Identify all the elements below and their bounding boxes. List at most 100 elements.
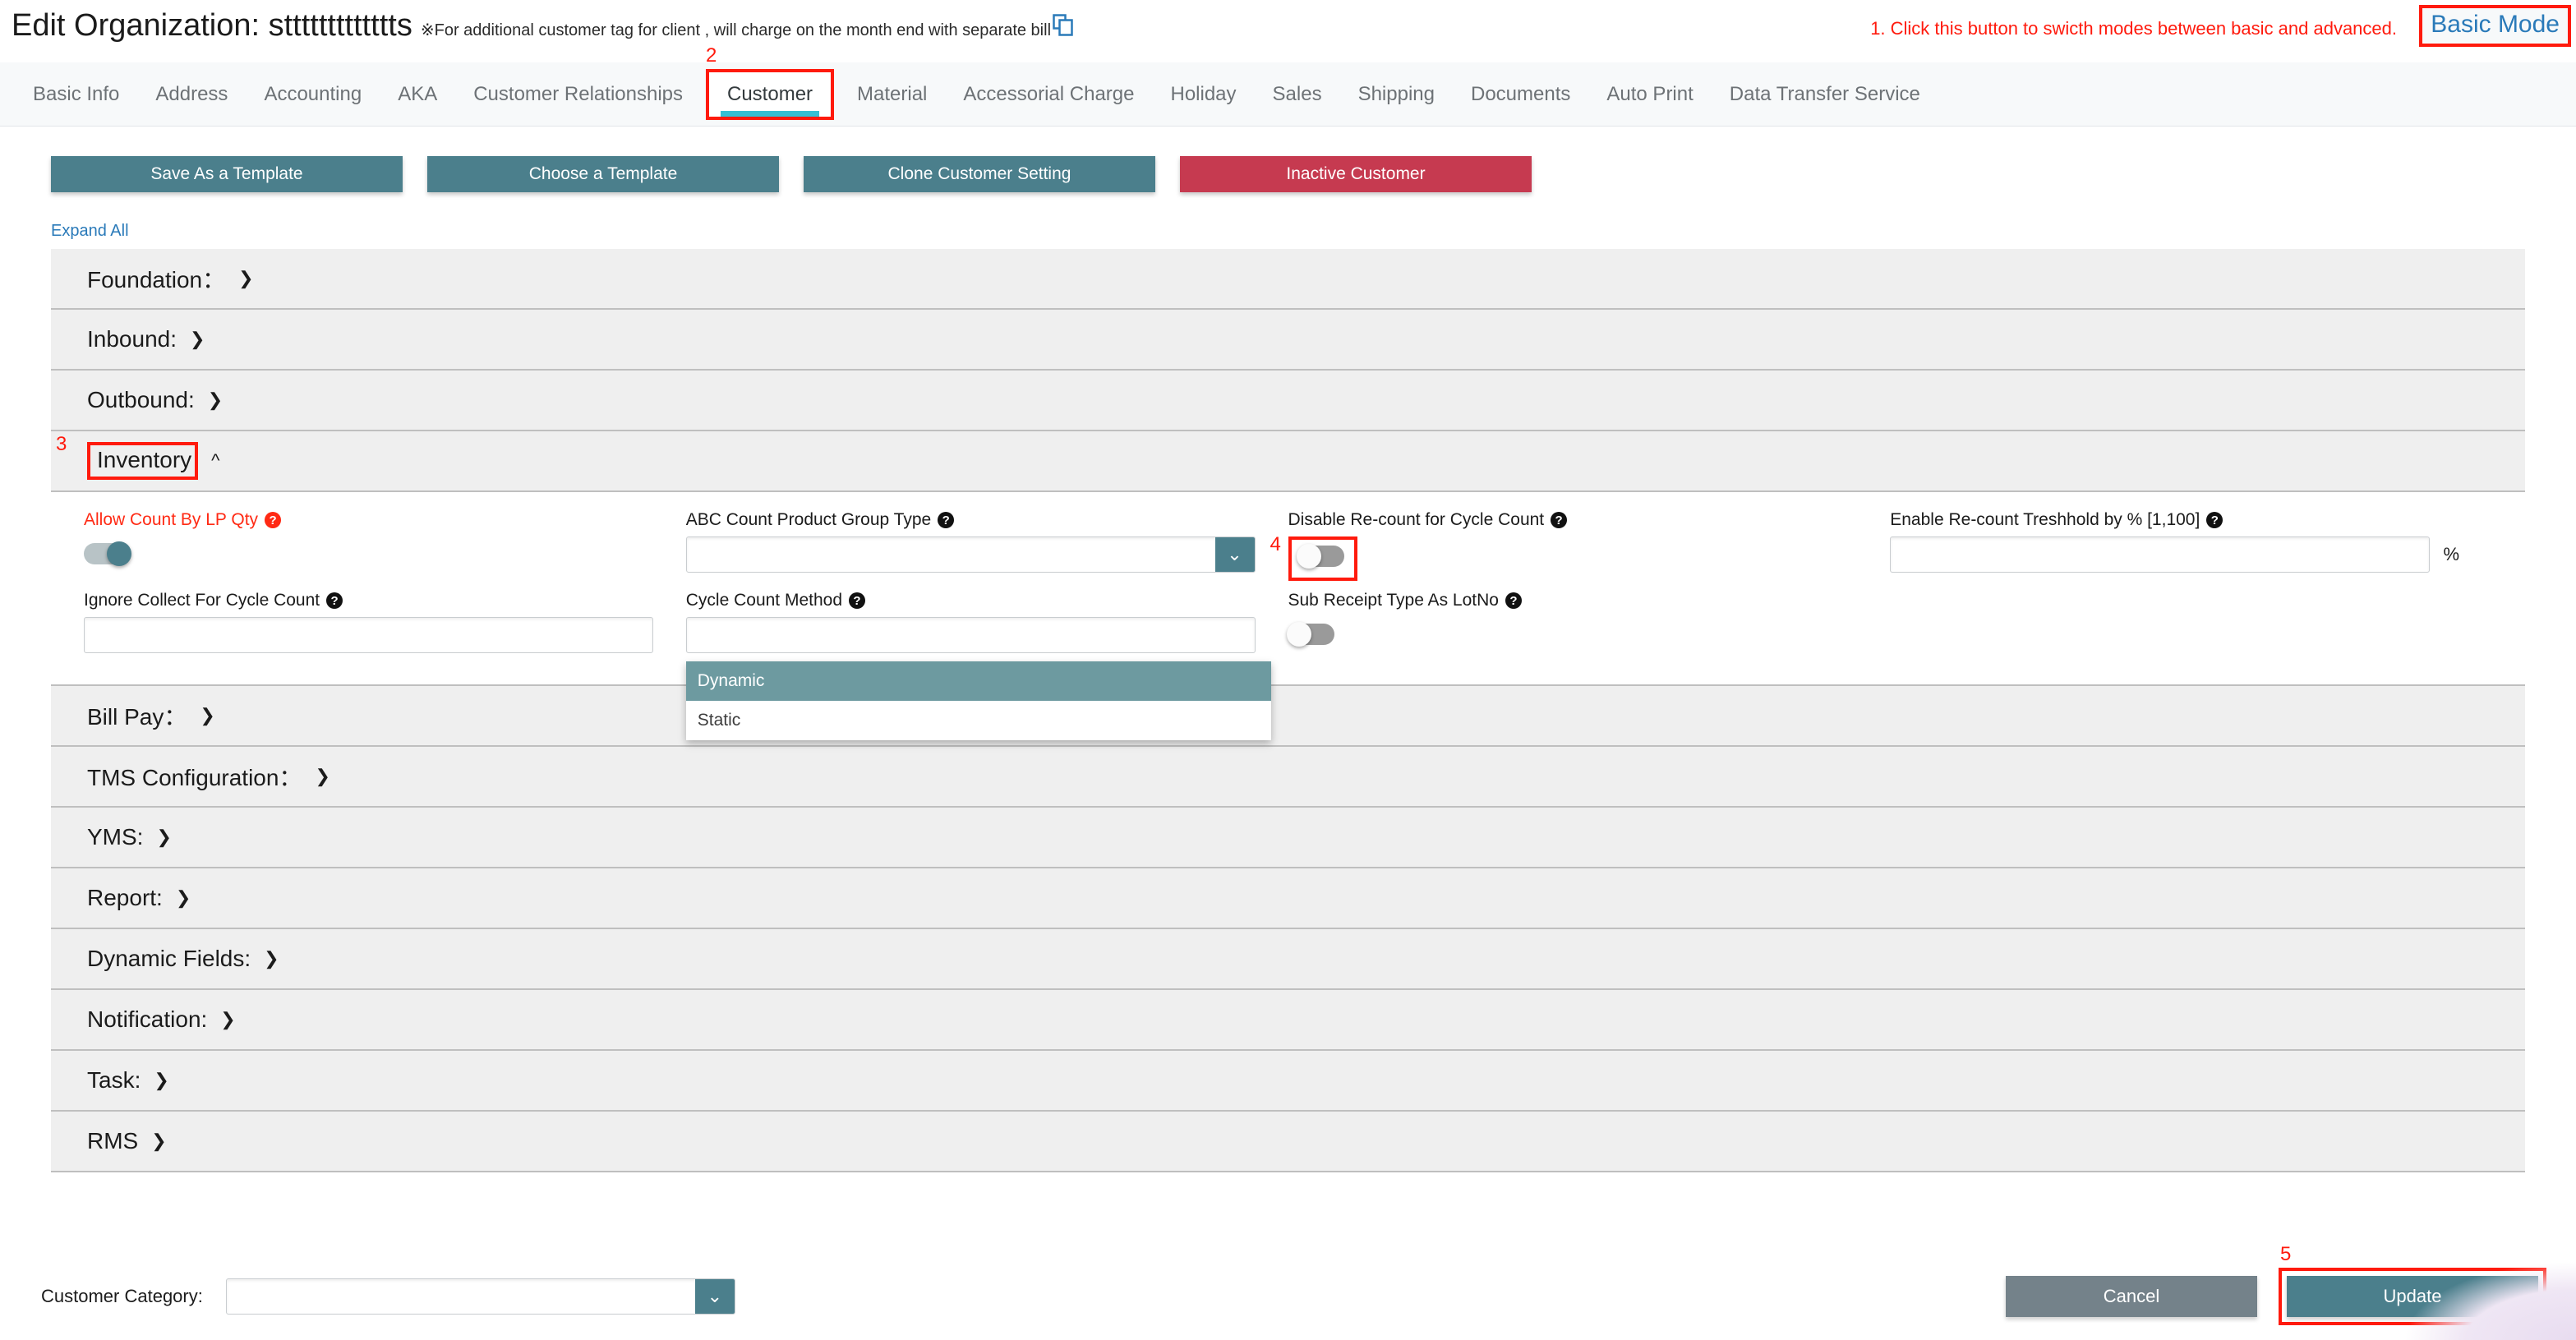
disable-recount-text: Disable Re-count for Cycle Count: [1288, 510, 1545, 530]
cycle-count-method-label: Cycle Count Method ?: [686, 591, 1256, 610]
tab-active-underline: [721, 111, 819, 117]
tab-data-transfer-service[interactable]: Data Transfer Service: [1712, 62, 1938, 127]
tab-basic-info[interactable]: Basic Info: [15, 62, 137, 127]
allow-count-by-lp-qty-label: Allow Count By LP Qty ?: [84, 510, 653, 530]
sub-receipt-type-label: Sub Receipt Type As LotNo ?: [1288, 591, 1858, 610]
help-icon[interactable]: ?: [265, 512, 281, 528]
clone-customer-setting-button[interactable]: Clone Customer Setting: [804, 156, 1155, 192]
field-allow-count-by-lp-qty: Allow Count By LP Qty ?: [84, 510, 686, 581]
inventory-row-1: Allow Count By LP Qty ? ABC Count Produc…: [84, 510, 2492, 581]
chevron-down-icon[interactable]: ⌄: [695, 1279, 735, 1314]
allow-count-by-lp-qty-toggle[interactable]: [84, 543, 130, 564]
annotation-number-5: 5: [2280, 1243, 2291, 1266]
field-spacer: [1890, 591, 2492, 653]
field-ignore-collect-for-cycle-count: Ignore Collect For Cycle Count ?: [84, 591, 686, 653]
help-icon[interactable]: ?: [938, 512, 954, 528]
sub-receipt-type-text: Sub Receipt Type As LotNo: [1288, 591, 1499, 610]
disable-recount-toggle[interactable]: [1298, 546, 1344, 567]
enable-recount-treshhold-text: Enable Re-count Treshhold by % [1,100]: [1890, 510, 2200, 530]
enable-recount-treshhold-input[interactable]: [1890, 536, 2430, 573]
cycle-count-method-dropdown: Dynamic Static: [686, 661, 1271, 740]
tab-auto-print[interactable]: Auto Print: [1588, 62, 1711, 127]
toolbar-buttons: Save As a Template Choose a Template Clo…: [30, 127, 2546, 192]
tab-bar: Basic Info Address Accounting AKA Custom…: [0, 62, 2576, 127]
save-as-template-button[interactable]: Save As a Template: [51, 156, 403, 192]
accordion-inbound-label: Inbound:: [87, 326, 177, 352]
page-title: Edit Organization: sttttttttttttts: [12, 8, 412, 44]
basic-mode-button[interactable]: Basic Mode: [2419, 5, 2571, 47]
tab-holiday[interactable]: Holiday: [1152, 62, 1254, 127]
tab-accounting[interactable]: Accounting: [246, 62, 380, 127]
toggle-knob: [1297, 544, 1321, 569]
accordion-foundation[interactable]: Foundation： ❯: [51, 249, 2525, 310]
customer-category-input[interactable]: [226, 1278, 735, 1315]
accordion-inbound[interactable]: Inbound: ❯: [51, 310, 2525, 371]
dropdown-option-dynamic[interactable]: Dynamic: [686, 661, 1271, 701]
inactive-customer-button[interactable]: Inactive Customer: [1180, 156, 1532, 192]
disable-recount-label: Disable Re-count for Cycle Count ?: [1288, 510, 1858, 530]
ignore-collect-input[interactable]: [84, 617, 653, 653]
tab-accessorial-charge[interactable]: Accessorial Charge: [945, 62, 1152, 127]
accordion-notification-label: Notification:: [87, 1006, 207, 1033]
chevron-right-icon: ❯: [208, 389, 223, 411]
sub-receipt-type-toggle[interactable]: [1288, 624, 1334, 645]
enable-recount-treshhold-label: Enable Re-count Treshhold by % [1,100] ?: [1890, 510, 2459, 530]
chevron-right-icon: ❯: [264, 948, 279, 969]
cancel-button[interactable]: Cancel: [2006, 1276, 2257, 1317]
tab-address[interactable]: Address: [137, 62, 246, 127]
chevron-right-icon: ❯: [154, 1070, 168, 1091]
ignore-collect-label: Ignore Collect For Cycle Count ?: [84, 591, 653, 610]
tab-shipping[interactable]: Shipping: [1340, 62, 1453, 127]
tab-sales[interactable]: Sales: [1255, 62, 1340, 127]
help-icon[interactable]: ?: [1551, 512, 1567, 528]
tab-documents[interactable]: Documents: [1453, 62, 1588, 127]
help-icon[interactable]: ?: [1505, 592, 1522, 609]
help-icon[interactable]: ?: [326, 592, 343, 609]
accordion-yms[interactable]: YMS: ❯: [51, 808, 2525, 868]
accordion-dynamic-fields-label: Dynamic Fields:: [87, 946, 251, 972]
chevron-right-icon: ❯: [220, 1009, 235, 1030]
help-icon[interactable]: ?: [2206, 512, 2223, 528]
update-button[interactable]: Update: [2287, 1276, 2538, 1317]
accordion-task[interactable]: Task: ❯: [51, 1051, 2525, 1112]
tab-material[interactable]: Material: [839, 62, 945, 127]
accordion-outbound[interactable]: Outbound: ❯: [51, 371, 2525, 431]
tab-customer-relationships[interactable]: Customer Relationships: [455, 62, 701, 127]
chevron-right-icon: ❯: [238, 268, 253, 289]
accordion-task-label: Task:: [87, 1067, 141, 1094]
page-header: Edit Organization: sttttttttttttts ※For …: [0, 0, 2576, 62]
accordion-foundation-label: Foundation：: [87, 262, 225, 295]
accordion-inventory[interactable]: 3 Inventory ^: [51, 431, 2525, 492]
accordion-tms-configuration[interactable]: TMS Configuration： ❯: [51, 747, 2525, 808]
allow-count-by-lp-qty-text: Allow Count By LP Qty: [84, 510, 258, 530]
chevron-right-icon: ❯: [176, 887, 191, 909]
mode-switch-hint: 1. Click this button to swicth modes bet…: [1870, 18, 2397, 39]
main-content: Save As a Template Choose a Template Clo…: [0, 127, 2576, 1172]
cycle-count-method-text: Cycle Count Method: [686, 591, 842, 610]
abc-count-product-group-type-select[interactable]: ⌄: [686, 536, 1256, 573]
chevron-down-icon[interactable]: ⌄: [1215, 537, 1255, 572]
accordion-report[interactable]: Report: ❯: [51, 868, 2525, 929]
annotation-number-4: 4: [1270, 533, 1281, 556]
annotation-number-3: 3: [56, 433, 67, 456]
percent-sign: %: [2443, 544, 2459, 565]
accordion-rms[interactable]: RMS ❯: [51, 1112, 2525, 1172]
expand-all-link[interactable]: Expand All: [30, 192, 129, 249]
customer-category-select[interactable]: ⌄: [226, 1278, 735, 1315]
tab-aka[interactable]: AKA: [380, 62, 455, 127]
help-icon[interactable]: ?: [849, 592, 865, 609]
dropdown-option-static[interactable]: Static: [686, 701, 1271, 740]
accordion-bill-pay-label: Bill Pay：: [87, 699, 187, 732]
tab-customer-label: Customer: [727, 83, 813, 105]
toggle-knob: [1287, 622, 1311, 647]
abc-count-product-group-type-input[interactable]: [686, 536, 1256, 573]
accordion-notification[interactable]: Notification: ❯: [51, 990, 2525, 1051]
cycle-count-method-input[interactable]: [686, 617, 1256, 653]
choose-template-button[interactable]: Choose a Template: [427, 156, 779, 192]
accordion-report-label: Report:: [87, 885, 163, 911]
copy-icon[interactable]: [1053, 14, 1074, 41]
accordion-bill-pay[interactable]: Bill Pay： ❯: [51, 686, 2525, 747]
tab-customer[interactable]: 2 Customer: [706, 69, 834, 120]
accordion-dynamic-fields[interactable]: Dynamic Fields: ❯: [51, 929, 2525, 990]
disable-recount-annotation-box: 4: [1288, 536, 1357, 581]
